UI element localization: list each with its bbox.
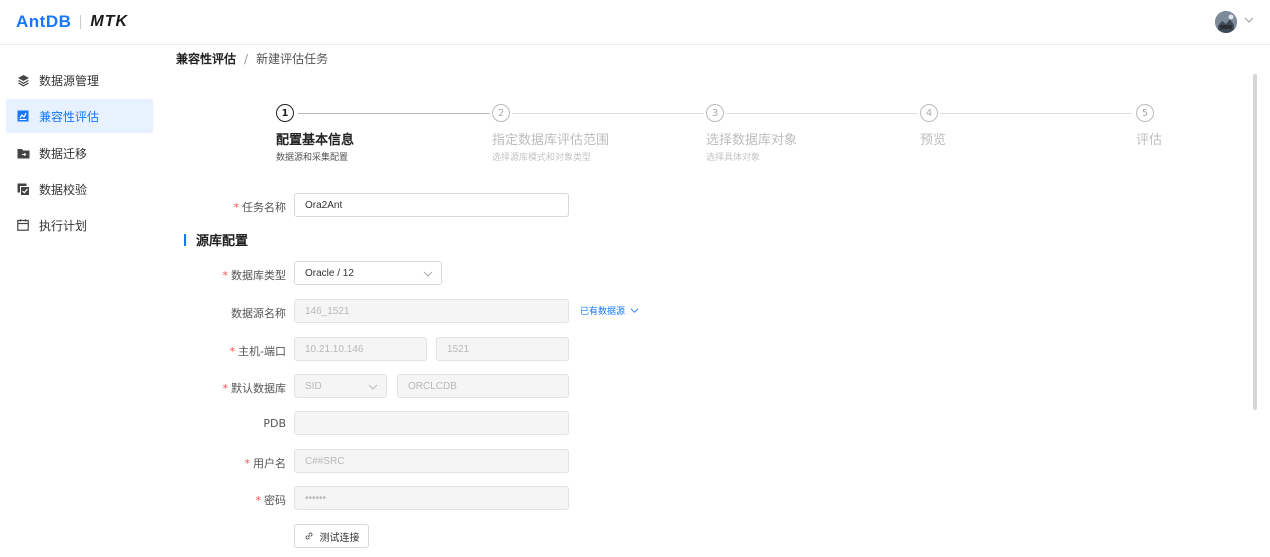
chevron-down-icon[interactable]	[1243, 14, 1255, 26]
step-2-title: 指定数据库评估范围	[492, 133, 610, 148]
pdb-input[interactable]	[294, 411, 569, 435]
required-mark: *	[229, 345, 236, 358]
username-input[interactable]: C##SRC	[294, 449, 569, 473]
breadcrumb-current: 新建评估任务	[256, 52, 329, 66]
breadcrumb-separator: /	[244, 51, 249, 66]
logo-divider	[80, 15, 82, 29]
step-3-circle: 3	[706, 104, 724, 122]
sidebar-item-datasource[interactable]: 数据源管理	[6, 63, 153, 97]
required-mark: *	[233, 201, 240, 214]
logo-mtk: MTK	[90, 13, 129, 30]
sidebar-item-label: 兼容性评估	[39, 109, 100, 124]
required-mark: *	[222, 269, 229, 282]
vertical-scrollbar[interactable]	[1253, 74, 1257, 410]
step-connector	[940, 113, 1132, 114]
sidebar-item-label: 执行计划	[39, 218, 88, 233]
host-input[interactable]: 10.21.10.146	[294, 337, 427, 361]
test-connection-button[interactable]: 测试连接	[294, 524, 369, 548]
required-mark: *	[244, 457, 251, 470]
step-connector	[298, 113, 490, 114]
sidebar-item-validation[interactable]: 数据校验	[6, 172, 153, 206]
section-accent-bar	[184, 233, 186, 246]
copy-check-icon	[16, 182, 30, 196]
step-3-desc: 选择具体对象	[706, 153, 761, 163]
sidebar-nav: 数据源管理 兼容性评估 数据迁移 数据校验 执行计划	[0, 45, 160, 557]
step-1-circle: 1	[276, 104, 294, 122]
sidebar-item-label: 数据校验	[39, 182, 88, 197]
step-4-title: 预览	[920, 133, 947, 148]
required-mark: *	[255, 494, 262, 507]
existing-datasource-dropdown[interactable]: 已有数据源	[580, 304, 639, 317]
step-4-circle: 4	[920, 104, 938, 122]
default-db-label: * 默认数据库	[222, 382, 287, 395]
sidebar-item-compatibility[interactable]: 兼容性评估	[6, 99, 153, 133]
ds-name-input[interactable]: 146_1521	[294, 299, 569, 323]
username-label: * 用户名	[244, 457, 287, 470]
sidebar-item-label: 数据源管理	[39, 73, 100, 88]
required-mark: *	[222, 382, 229, 395]
step-1-desc: 数据源和采集配置	[276, 153, 349, 163]
ds-name-label: 数据源名称	[231, 307, 286, 320]
calendar-icon	[16, 218, 30, 232]
step-1-title: 配置基本信息	[276, 133, 355, 148]
step-3-title: 选择数据库对象	[706, 133, 798, 148]
assessment-icon	[16, 109, 30, 123]
pdb-label: PDB	[263, 417, 286, 430]
db-type-label: * 数据库类型	[222, 269, 287, 282]
sidebar-item-schedule[interactable]: 执行计划	[6, 208, 153, 242]
step-progress: 1 配置基本信息 数据源和采集配置 2 指定数据库评估范围 选择源库模式和对象类…	[276, 104, 1176, 164]
chevron-down-icon	[630, 308, 639, 313]
logo-antdb: AntDB	[16, 12, 72, 31]
step-connector	[512, 113, 704, 114]
default-db-type-select[interactable]: SID	[294, 374, 387, 398]
sidebar-item-label: 数据迁移	[39, 146, 88, 161]
task-name-input[interactable]: Ora2Ant	[294, 193, 569, 217]
sidebar-item-migration[interactable]: 数据迁移	[6, 136, 153, 170]
chevron-down-icon	[368, 384, 378, 390]
password-input[interactable]: ••••••	[294, 486, 569, 510]
step-connector	[726, 113, 918, 114]
link-icon	[305, 532, 312, 540]
step-2-desc: 选择源库模式和对象类型	[492, 153, 592, 163]
breadcrumb: 兼容性评估 / 新建评估任务	[176, 50, 328, 67]
step-5-circle: 5	[1136, 104, 1154, 122]
password-label: * 密码	[255, 494, 287, 507]
db-type-select[interactable]: Oracle / 12	[294, 261, 442, 285]
folder-icon	[16, 146, 30, 160]
step-5-title: 评估	[1136, 133, 1163, 148]
default-db-input[interactable]: ORCLCDB	[397, 374, 569, 398]
chevron-down-icon	[423, 271, 433, 277]
step-2-circle: 2	[492, 104, 510, 122]
app-logo[interactable]: AntDB MTK	[16, 11, 128, 33]
layers-icon	[16, 73, 30, 87]
user-avatar-icon[interactable]	[1215, 11, 1237, 33]
breadcrumb-parent[interactable]: 兼容性评估	[176, 50, 236, 67]
top-header: AntDB MTK	[0, 0, 1270, 45]
section-title: 源库配置	[184, 230, 248, 249]
host-port-label: * 主机-端口	[229, 345, 286, 358]
task-name-label: * 任务名称	[233, 201, 287, 214]
port-input[interactable]: 1521	[436, 337, 569, 361]
